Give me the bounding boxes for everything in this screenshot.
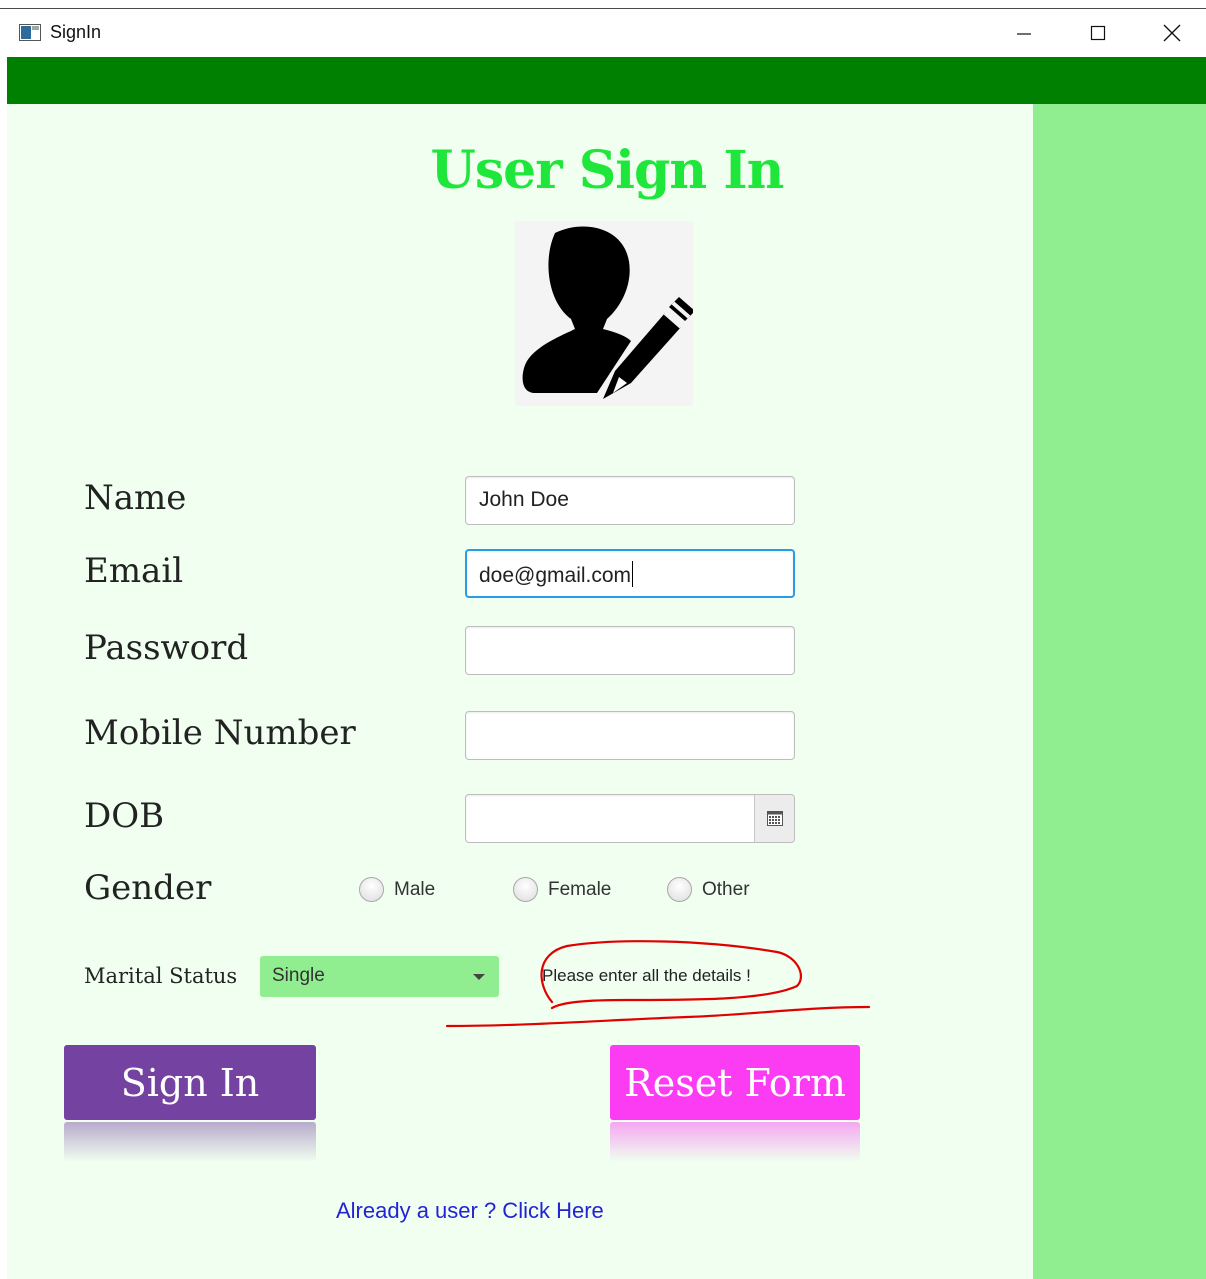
radio-label-male: Male xyxy=(394,878,436,900)
password-field[interactable] xyxy=(465,626,795,675)
signin-form-panel: User Sign In Name John Doe Email doe@gma… xyxy=(7,104,1033,1279)
right-sidebar xyxy=(1033,104,1206,1279)
user-edit-icon xyxy=(522,226,695,399)
radio-label-female: Female xyxy=(548,878,612,900)
mobile-number-label: Mobile Number xyxy=(84,713,356,753)
date-picker-button[interactable] xyxy=(754,795,794,842)
minimize-button[interactable] xyxy=(987,9,1061,57)
header-bar xyxy=(7,57,1206,104)
email-field-value: doe@gmail.com xyxy=(479,561,634,588)
email-field[interactable]: doe@gmail.com xyxy=(465,549,795,598)
error-message: Please enter all the details ! xyxy=(542,966,751,985)
close-button[interactable] xyxy=(1135,9,1206,57)
page-title: User Sign In xyxy=(430,140,785,201)
maximize-icon xyxy=(1090,25,1106,41)
maximize-button[interactable] xyxy=(1061,9,1135,57)
radio-button[interactable] xyxy=(359,877,384,902)
name-label: Name xyxy=(84,478,187,518)
dob-date-picker[interactable] xyxy=(465,794,795,843)
chevron-down-icon xyxy=(473,974,485,980)
radio-label-other: Other xyxy=(702,878,750,900)
radio-button[interactable] xyxy=(513,877,538,902)
gender-radio-male[interactable]: Male xyxy=(359,877,435,902)
close-icon xyxy=(1163,24,1181,42)
text-caret xyxy=(632,561,634,587)
sign-in-button[interactable]: Sign In xyxy=(64,1045,316,1120)
email-field-text: doe@gmail.com xyxy=(479,564,632,587)
name-field-value: John Doe xyxy=(479,488,569,511)
dob-label: DOB xyxy=(84,796,165,836)
mobile-number-field[interactable] xyxy=(465,711,795,760)
reset-form-button[interactable]: Reset Form xyxy=(610,1045,860,1120)
sign-in-button-reflection xyxy=(64,1122,316,1162)
minimize-icon xyxy=(1017,33,1031,35)
gender-radio-other[interactable]: Other xyxy=(667,877,750,902)
email-label: Email xyxy=(84,551,184,591)
calendar-icon xyxy=(766,811,783,826)
window-titlebar: SignIn xyxy=(7,9,1206,57)
gender-radio-female[interactable]: Female xyxy=(513,877,611,902)
marital-status-value: Single xyxy=(272,965,325,986)
gender-label: Gender xyxy=(84,868,212,908)
marital-status-label: Marital Status xyxy=(84,964,238,988)
password-label: Password xyxy=(84,628,249,668)
window-title: SignIn xyxy=(50,22,102,42)
marital-status-select[interactable]: Single xyxy=(260,956,499,997)
app-icon xyxy=(19,24,41,41)
name-field[interactable]: John Doe xyxy=(465,476,795,525)
reset-form-button-reflection xyxy=(610,1122,860,1162)
avatar xyxy=(515,221,695,406)
login-link[interactable]: Already a user ? Click Here xyxy=(336,1198,604,1224)
radio-button[interactable] xyxy=(667,877,692,902)
